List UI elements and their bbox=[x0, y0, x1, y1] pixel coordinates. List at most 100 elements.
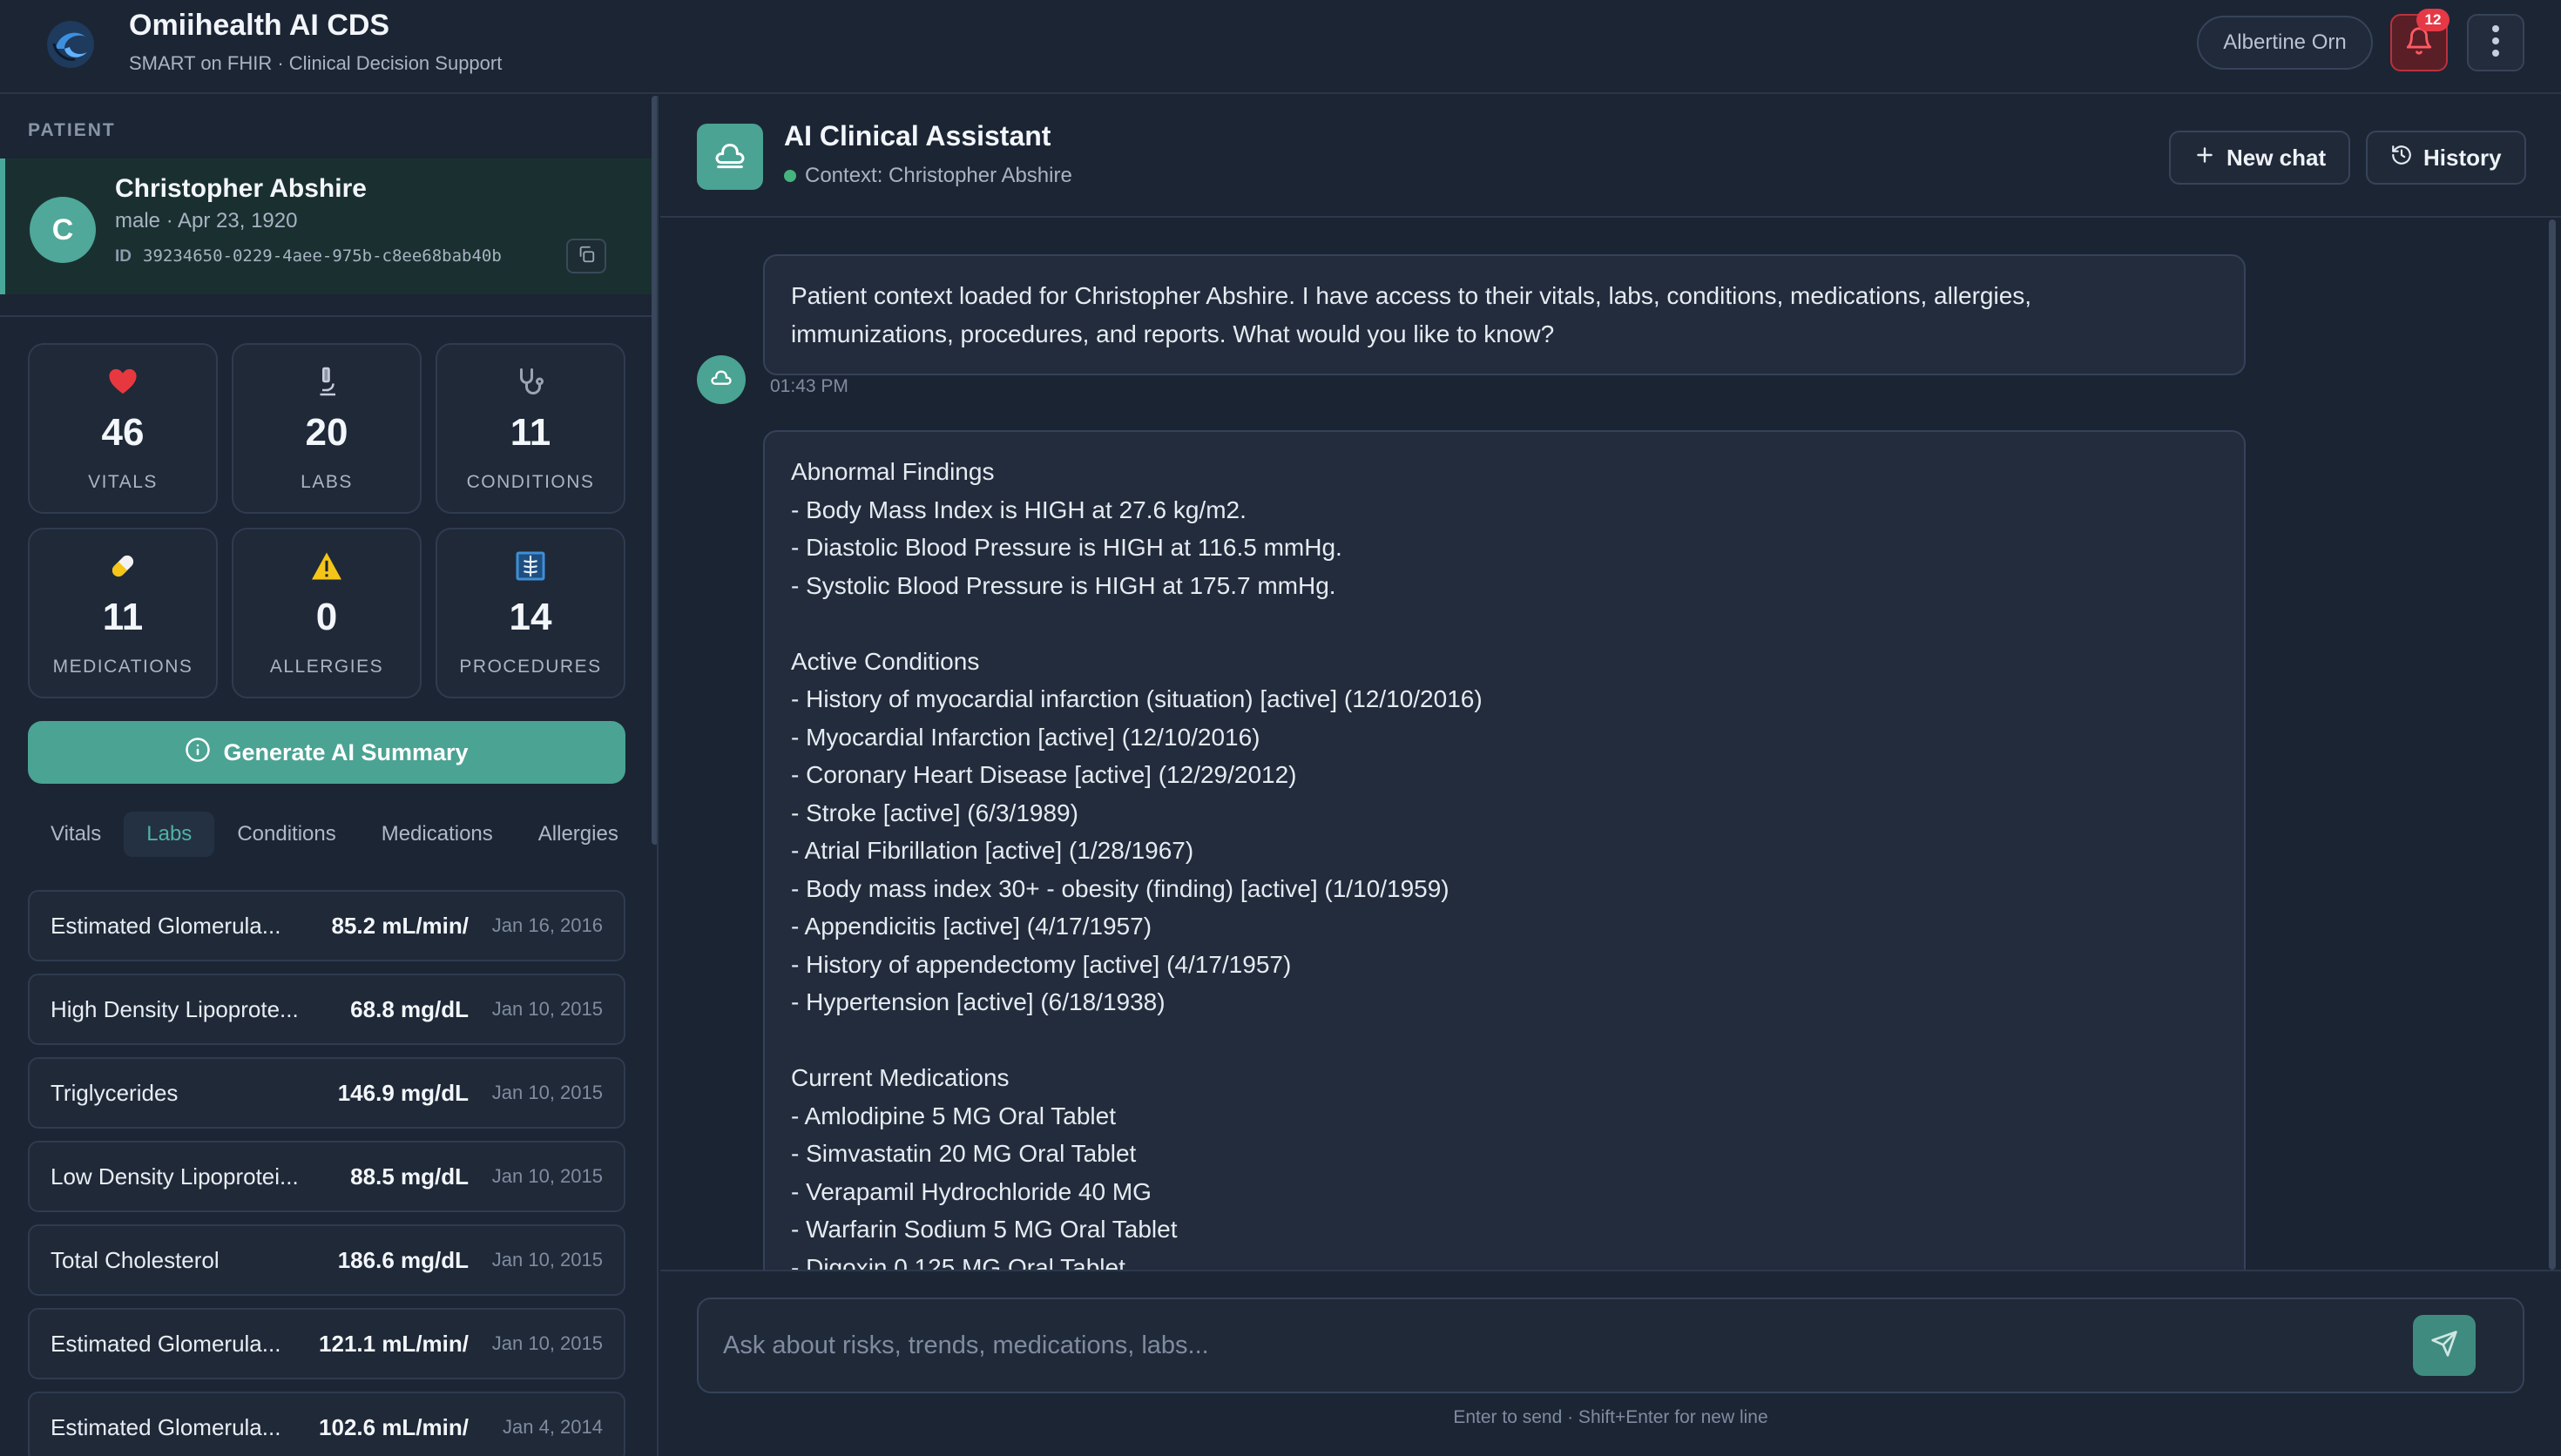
notification-count-badge: 12 bbox=[2416, 9, 2450, 31]
stat-card-allergies[interactable]: 0 ALLERGIES bbox=[232, 528, 422, 698]
message-line: - Digoxin 0.125 MG Oral Tablet bbox=[791, 1253, 1125, 1271]
assistant-avatar bbox=[697, 355, 746, 404]
message-line: Patient context loaded for Christopher A… bbox=[791, 282, 2032, 309]
tab-conditions[interactable]: Conditions bbox=[214, 812, 358, 857]
copy-id-button[interactable] bbox=[566, 239, 606, 273]
composer-hint: Enter to send · Shift+Enter for new line bbox=[1453, 1407, 1768, 1427]
message-line: Current Medications bbox=[791, 1064, 1010, 1091]
sidebar-scrollbar[interactable] bbox=[652, 96, 657, 845]
lab-row[interactable]: Low Density Lipoprotei... 88.5 mg/dL Jan… bbox=[28, 1141, 625, 1212]
history-button[interactable]: History bbox=[2366, 131, 2526, 185]
send-button[interactable] bbox=[2413, 1315, 2476, 1376]
stat-value: 11 bbox=[102, 596, 144, 638]
heart-icon bbox=[30, 364, 216, 399]
send-icon bbox=[2430, 1330, 2458, 1362]
assistant-message: Patient context loaded for Christopher A… bbox=[763, 254, 2246, 375]
lab-name: Estimated Glomerula... bbox=[51, 1413, 281, 1440]
composer bbox=[697, 1298, 2524, 1393]
lab-name: Triglycerides bbox=[51, 1079, 179, 1106]
message-line: - Warfarin Sodium 5 MG Oral Tablet bbox=[791, 1216, 1178, 1243]
stethoscope-icon bbox=[437, 364, 624, 399]
new-chat-label: New chat bbox=[2227, 144, 2327, 171]
stat-label: ALLERGIES bbox=[269, 657, 384, 677]
assistant-bot-icon bbox=[697, 124, 763, 190]
tab-vitals[interactable]: Vitals bbox=[28, 812, 124, 857]
copy-icon bbox=[577, 245, 596, 268]
tab-medications[interactable]: Medications bbox=[359, 812, 516, 857]
warning-icon bbox=[233, 549, 420, 583]
message-line: - History of myocardial infarction (situ… bbox=[791, 685, 1483, 712]
generate-ai-summary-label: Generate AI Summary bbox=[223, 738, 469, 765]
kebab-menu-icon bbox=[2491, 24, 2500, 63]
stat-card-medications[interactable]: 11 MEDICATIONS bbox=[28, 528, 218, 698]
patient-avatar: C bbox=[30, 197, 96, 263]
stat-label: VITALS bbox=[88, 472, 158, 492]
stat-value: 0 bbox=[315, 596, 338, 638]
stat-label: CONDITIONS bbox=[466, 472, 595, 492]
lab-row[interactable]: Estimated Glomerula... 121.1 mL/min/ Jan… bbox=[28, 1308, 625, 1379]
tab-labs[interactable]: Labs bbox=[124, 812, 215, 857]
assistant-context: Context: Christopher Abshire bbox=[784, 164, 1072, 188]
plus-icon bbox=[2193, 144, 2216, 172]
message-line bbox=[791, 1021, 2218, 1060]
generate-ai-summary-button[interactable]: Generate AI Summary bbox=[28, 721, 625, 784]
patient-id: 39234650-0229-4aee-975b-c8ee68bab40b bbox=[143, 246, 502, 266]
top-bar: Omiihealth AI CDS SMART on FHIR · Clinic… bbox=[0, 0, 2561, 94]
lab-value: 186.6 mg/dL bbox=[337, 1246, 469, 1273]
tab-allergies[interactable]: Allergies bbox=[516, 812, 641, 857]
patient-section-label: PATIENT bbox=[28, 120, 116, 140]
message-line: Abnormal Findings bbox=[791, 458, 995, 485]
app-subtitle: SMART on FHIR · Clinical Decision Suppor… bbox=[129, 52, 503, 74]
message-line: - Verapamil Hydrochloride 40 MG bbox=[791, 1177, 1152, 1205]
stat-label: MEDICATIONS bbox=[52, 657, 193, 677]
chat-scrollbar[interactable] bbox=[2549, 219, 2556, 1270]
stat-value: 14 bbox=[509, 596, 552, 638]
context-label: Context: Christopher Abshire bbox=[805, 164, 1072, 187]
message-line: - Systolic Blood Pressure is HIGH at 175… bbox=[791, 571, 1336, 599]
assistant-header: AI Clinical Assistant Context: Christoph… bbox=[660, 96, 2561, 218]
lab-row[interactable]: Estimated Glomerula... 102.6 mL/min/ Jan… bbox=[28, 1392, 625, 1456]
lab-value: 68.8 mg/dL bbox=[350, 995, 469, 1022]
lab-row[interactable]: Estimated Glomerula... 85.2 mL/min/ Jan … bbox=[28, 890, 625, 961]
message-line: - History of appendectomy [active] (4/17… bbox=[791, 950, 1292, 978]
lab-row[interactable]: High Density Lipoprote... 68.8 mg/dL Jan… bbox=[28, 974, 625, 1045]
more-options-button[interactable] bbox=[2467, 14, 2524, 71]
patient-card: C Christopher Abshire male · Apr 23, 192… bbox=[0, 158, 652, 294]
patient-demographics: male · Apr 23, 1920 bbox=[115, 209, 298, 233]
new-chat-button[interactable]: New chat bbox=[2169, 131, 2351, 185]
lab-value: 121.1 mL/min/ bbox=[319, 1330, 469, 1357]
stat-value: 11 bbox=[510, 411, 551, 454]
stat-label: LABS bbox=[301, 472, 353, 492]
message-line: - Appendicitis [active] (4/17/1957) bbox=[791, 913, 1152, 940]
lab-row[interactable]: Total Cholesterol 186.6 mg/dL Jan 10, 20… bbox=[28, 1224, 625, 1296]
stat-card-vitals[interactable]: 46 VITALS bbox=[28, 343, 218, 514]
message-line: Active Conditions bbox=[791, 647, 980, 675]
stat-card-conditions[interactable]: 11 CONDITIONS bbox=[436, 343, 625, 514]
stat-card-procedures[interactable]: 14 PROCEDURES bbox=[436, 528, 625, 698]
chat-messages: Patient context loaded for Christopher A… bbox=[660, 219, 2561, 1270]
lab-name: Low Density Lipoprotei... bbox=[51, 1163, 299, 1190]
lab-date: Jan 4, 2014 bbox=[503, 1416, 603, 1438]
message-line: - Simvastatin 20 MG Oral Tablet bbox=[791, 1140, 1137, 1167]
stat-card-labs[interactable]: 20 LABS bbox=[232, 343, 422, 514]
lab-date: Jan 10, 2015 bbox=[491, 1165, 603, 1187]
lab-date: Jan 10, 2015 bbox=[491, 998, 603, 1020]
lab-value: 85.2 mL/min/ bbox=[331, 912, 470, 939]
user-menu-button[interactable]: Albertine Orn bbox=[2197, 16, 2373, 70]
stat-value: 20 bbox=[305, 411, 348, 454]
sidebar-divider bbox=[0, 315, 652, 317]
message-line: - Body Mass Index is HIGH at 27.6 kg/m2. bbox=[791, 495, 1247, 523]
assistant-message: Abnormal Findings - Body Mass Index is H… bbox=[763, 430, 2246, 1270]
chat-input[interactable] bbox=[723, 1299, 2378, 1392]
stat-label: PROCEDURES bbox=[459, 657, 602, 677]
lab-row[interactable]: Triglycerides 146.9 mg/dL Jan 10, 2015 bbox=[28, 1057, 625, 1129]
pill-icon bbox=[30, 549, 216, 583]
patient-name: Christopher Abshire bbox=[115, 174, 367, 203]
message-line bbox=[791, 604, 2218, 643]
patient-sidebar: PATIENT C Christopher Abshire male · Apr… bbox=[0, 96, 659, 1456]
message-timestamp: 01:43 PM bbox=[770, 376, 848, 396]
message-line: - Myocardial Infarction [active] (12/10/… bbox=[791, 723, 1260, 751]
message-line: - Stroke [active] (6/3/1989) bbox=[791, 799, 1078, 826]
lab-date: Jan 16, 2016 bbox=[491, 914, 603, 936]
lab-name: Estimated Glomerula... bbox=[51, 912, 281, 939]
